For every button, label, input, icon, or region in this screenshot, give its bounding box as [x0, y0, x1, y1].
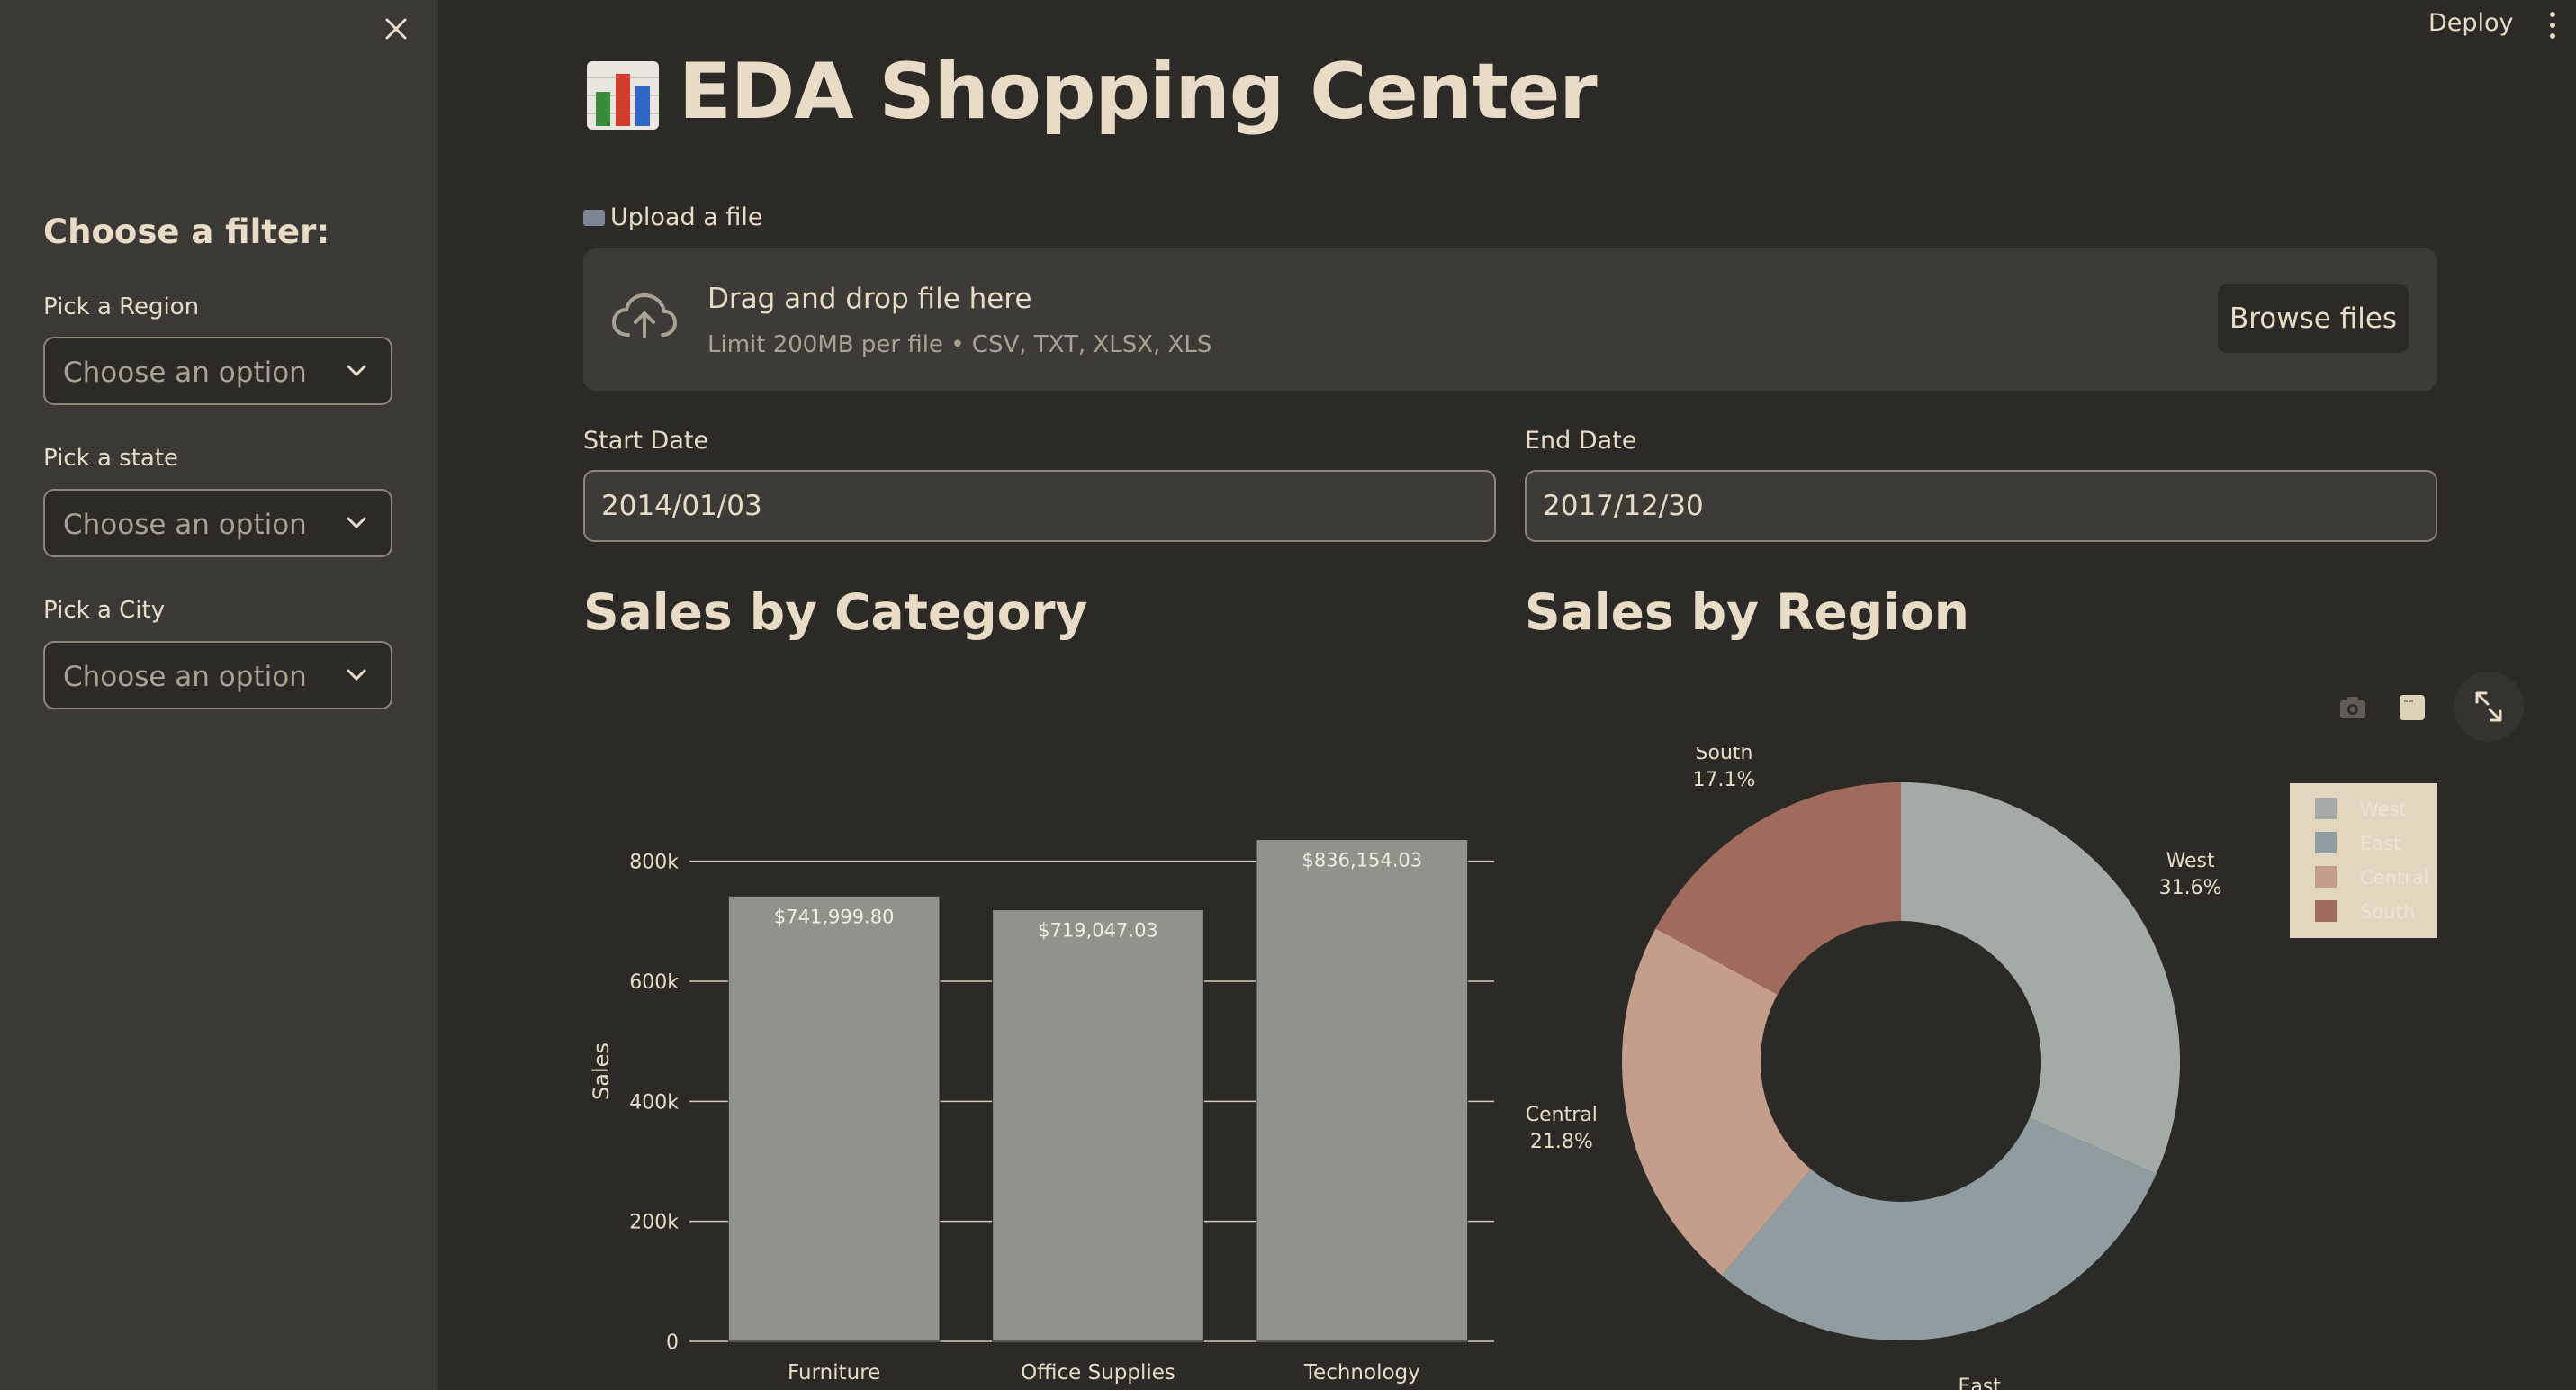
- bar-chart-emoji-icon: [587, 61, 659, 130]
- state-select[interactable]: Choose an option: [43, 489, 392, 557]
- x-tick-label: Technology: [1303, 1361, 1420, 1385]
- chevron-down-icon: [347, 669, 366, 681]
- bar-data-label: $719,047.03: [1038, 920, 1158, 942]
- page-title: EDA Shopping Center: [679, 47, 1598, 137]
- legend-swatch: [2315, 798, 2337, 819]
- sales-by-category-chart: 0 200k 400k 600k 800k Sales $741,999.80 Furnitu…: [589, 839, 1494, 1385]
- bar-data-label: $836,154.03: [1302, 850, 1423, 871]
- region-filter-label: Pick a Region: [43, 293, 200, 320]
- dropzone-limit: Limit 200MB per file • CSV, TXT, XLSX, X…: [707, 331, 1212, 358]
- bar: [992, 909, 1204, 1342]
- chevron-down-icon: [347, 365, 366, 377]
- city-select-placeholder: Choose an option: [63, 661, 307, 693]
- start-date-input[interactable]: 2014/01/03: [583, 470, 1496, 542]
- y-tick-label: 800k: [629, 852, 679, 874]
- y-tick-label: 200k: [629, 1212, 679, 1234]
- camera-icon[interactable]: [2337, 691, 2369, 724]
- legend-label: South: [2360, 901, 2415, 923]
- sales-by-region-chart: West31.6%East29.5%Central21.8%South17.1%…: [1526, 747, 2437, 1390]
- legend-label: Central: [2360, 867, 2428, 889]
- legend-swatch: [2315, 900, 2337, 922]
- legend-swatch: [2315, 866, 2337, 888]
- slice-percent: 31.6%: [2159, 877, 2222, 899]
- dropzone-title: Drag and drop file here: [707, 283, 1032, 315]
- close-icon[interactable]: [378, 11, 414, 47]
- state-select-placeholder: Choose an option: [63, 509, 307, 541]
- autoscale-icon[interactable]: [2396, 691, 2428, 724]
- category-chart-heading: Sales by Category: [583, 583, 1088, 641]
- state-filter-label: Pick a state: [43, 445, 179, 472]
- sidebar: Choose a filter: Pick a Region Choose an…: [0, 0, 438, 1390]
- x-tick-label: Furniture: [788, 1361, 880, 1385]
- bar: [1256, 839, 1469, 1342]
- y-tick-label: 0: [666, 1331, 679, 1354]
- upload-label: Upload a file: [583, 203, 762, 231]
- end-date-label: End Date: [1525, 427, 1637, 455]
- main-menu-icon[interactable]: [2544, 9, 2562, 41]
- pie-slice: [1901, 782, 2180, 1174]
- legend-label: East: [2360, 833, 2400, 854]
- cloud-upload-icon: [611, 293, 678, 338]
- fullscreen-icon[interactable]: [2452, 670, 2526, 744]
- x-tick-label: Office Supplies: [1021, 1361, 1175, 1385]
- slice-percent: 17.1%: [1693, 769, 1756, 791]
- region-chart-heading: Sales by Region: [1525, 583, 1969, 641]
- start-date-label: Start Date: [583, 427, 709, 455]
- y-tick-label: 600k: [629, 971, 679, 994]
- y-axis-title: Sales: [589, 1042, 614, 1100]
- deploy-button[interactable]: Deploy: [2428, 9, 2514, 37]
- city-filter-label: Pick a City: [43, 597, 166, 624]
- region-select[interactable]: Choose an option: [43, 337, 392, 405]
- y-tick-label: 400k: [629, 1091, 679, 1114]
- slice-label: East: [1959, 1376, 2002, 1390]
- upload-label-text: Upload a file: [610, 203, 763, 231]
- end-date-input[interactable]: 2017/12/30: [1525, 470, 2437, 542]
- slice-percent: 21.8%: [1530, 1131, 1593, 1153]
- city-select[interactable]: Choose an option: [43, 641, 392, 709]
- region-select-placeholder: Choose an option: [63, 357, 307, 389]
- bar: [727, 895, 941, 1342]
- chevron-down-icon: [347, 517, 366, 529]
- slice-label: West: [2166, 850, 2215, 872]
- file-dropzone[interactable]: Drag and drop file here Limit 200MB per …: [583, 248, 2437, 391]
- browse-files-button[interactable]: Browse files: [2218, 284, 2409, 353]
- legend-swatch: [2315, 832, 2337, 853]
- filter-heading: Choose a filter:: [43, 212, 330, 251]
- legend-label: West: [2360, 799, 2407, 820]
- folder-icon: [583, 210, 605, 226]
- slice-label: Central: [1526, 1104, 1598, 1126]
- bar-data-label: $741,999.80: [774, 906, 895, 927]
- slice-label: South: [1696, 747, 1753, 764]
